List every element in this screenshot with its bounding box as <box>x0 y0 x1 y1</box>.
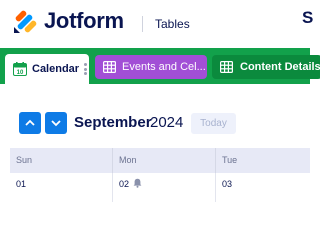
app-header: Jotform Tables S <box>0 0 313 48</box>
calendar-week-row: 01 02 03 <box>10 173 310 202</box>
calendar-icon: 10 <box>13 62 27 76</box>
header-divider <box>142 16 143 32</box>
weekday-header: Sun Mon Tue <box>10 148 310 173</box>
table-grid-icon <box>220 61 233 73</box>
calendar-icon-day: 10 <box>17 70 24 76</box>
current-year: 2024 <box>150 114 184 131</box>
weekday-tue: Tue <box>222 155 238 165</box>
jotform-logo-icon[interactable] <box>12 9 38 35</box>
tab-bar: 10 Calendar Events and Cel... Content De… <box>0 48 320 84</box>
current-month: September <box>74 114 152 131</box>
calendar-day-cell[interactable]: 02 <box>113 173 216 202</box>
tab-calendar[interactable]: 10 Calendar <box>5 54 89 84</box>
day-number: 02 <box>119 179 130 189</box>
tab-content-details-label: Content Details <box>240 61 320 73</box>
previous-month-button[interactable] <box>19 112 41 134</box>
tab-events-and-celebrations[interactable]: Events and Cel... <box>95 55 207 79</box>
chevron-down-icon <box>51 120 61 127</box>
tab-content-details[interactable]: Content Details <box>212 55 320 79</box>
calendar-day-cell[interactable]: 03 <box>216 173 310 202</box>
calendar-day-cell[interactable]: 01 <box>10 173 113 202</box>
more-options-icon[interactable] <box>84 63 88 75</box>
weekday-mon: Mon <box>113 148 216 173</box>
product-name: Tables <box>155 17 190 31</box>
user-name-truncated[interactable]: S <box>302 8 313 28</box>
next-month-button[interactable] <box>45 112 67 134</box>
bell-icon <box>133 178 142 188</box>
table-grid-icon <box>103 61 116 73</box>
brand-name[interactable]: Jotform <box>44 8 124 34</box>
day-number: 03 <box>222 179 233 189</box>
day-number: 01 <box>16 179 27 189</box>
tab-calendar-label: Calendar <box>32 63 80 75</box>
weekday-sun: Sun <box>10 148 113 173</box>
today-button[interactable]: Today <box>191 113 236 134</box>
chevron-up-icon <box>25 119 35 126</box>
tab-events-label: Events and Cel... <box>122 61 206 73</box>
